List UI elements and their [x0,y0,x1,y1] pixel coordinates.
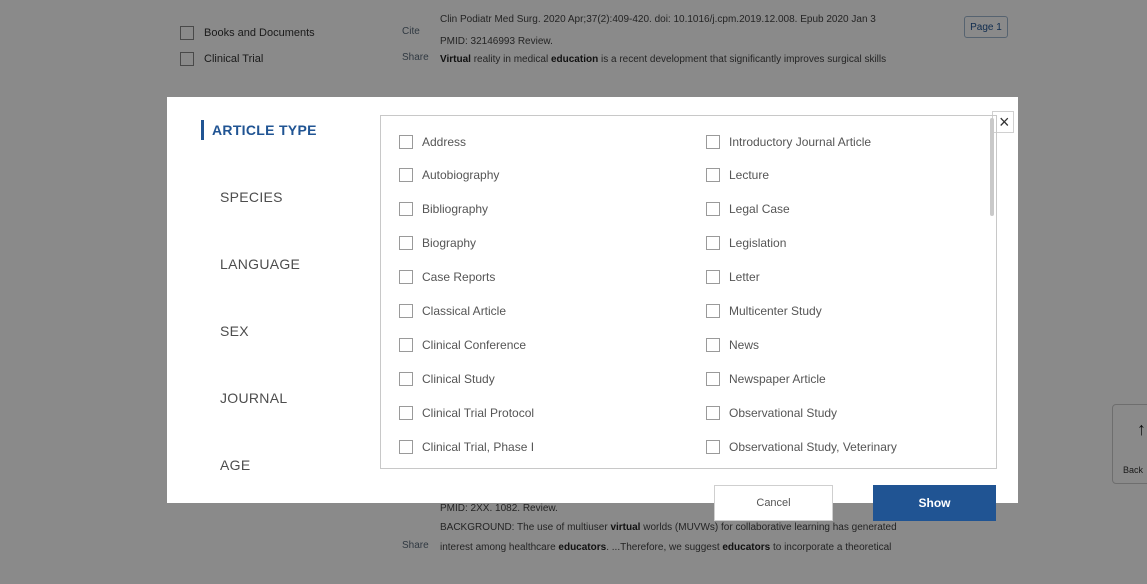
option-label: Classical Article [422,304,507,318]
checkbox[interactable] [706,304,720,318]
option-label: Biography [422,236,477,250]
checkbox[interactable] [399,202,413,216]
checkbox[interactable] [399,270,413,284]
checkbox[interactable] [399,304,413,318]
category-sex[interactable]: SEX [201,316,351,346]
option-news[interactable]: News [706,338,759,352]
option-label: Letter [729,270,760,284]
option-label: Observational Study, Veterinary [729,440,897,454]
checkbox[interactable] [399,236,413,250]
checkbox[interactable] [706,372,720,386]
option-legal-case[interactable]: Legal Case [706,202,790,216]
option-label: Autobiography [422,168,500,182]
category-article-type[interactable]: ARTICLE TYPE [201,115,351,145]
cancel-button[interactable]: Cancel [714,485,833,521]
checkbox[interactable] [706,236,720,250]
option-label: News [729,338,760,352]
category-language[interactable]: LANGUAGE [201,249,351,279]
checkbox[interactable] [706,202,720,216]
option-observational-study-veterinary[interactable]: Observational Study, Veterinary [706,440,897,454]
option-introductory-journal-article[interactable]: Introductory Journal Article [706,135,871,149]
checkbox[interactable] [706,135,720,149]
category-age[interactable]: AGE [201,450,351,480]
option-label: Clinical Trial, Phase I [422,440,535,454]
option-biography[interactable]: Biography [399,236,476,250]
option-label: Clinical Conference [422,338,527,352]
option-label: Clinical Trial Protocol [422,406,535,420]
option-address[interactable]: Address [399,135,466,149]
checkbox[interactable] [399,406,413,420]
option-legislation[interactable]: Legislation [706,236,786,250]
option-label: Case Reports [422,270,496,284]
option-label: Introductory Journal Article [729,135,872,149]
option-clinical-conference[interactable]: Clinical Conference [399,338,526,352]
checkbox[interactable] [706,406,720,420]
option-clinical-study[interactable]: Clinical Study [399,372,495,386]
checkbox[interactable] [399,338,413,352]
category-species[interactable]: SPECIES [201,182,351,212]
option-observational-study[interactable]: Observational Study [706,406,837,420]
option-multicenter-study[interactable]: Multicenter Study [706,304,822,318]
option-label: Lecture [729,168,770,182]
checkbox[interactable] [399,372,413,386]
checkbox[interactable] [399,440,413,454]
option-label: Legal Case [729,202,790,216]
scrollbar-thumb[interactable] [990,118,994,216]
option-newspaper-article[interactable]: Newspaper Article [706,372,826,386]
option-label: Clinical Study [422,372,495,386]
article-type-options: Address Autobiography Bibliography Biogr… [380,115,997,469]
checkbox[interactable] [706,168,720,182]
option-label: Observational Study [729,406,838,420]
option-lecture[interactable]: Lecture [706,168,769,182]
checkbox[interactable] [706,338,720,352]
option-label: Legislation [729,236,787,250]
options-scrollbar[interactable] [990,118,994,462]
option-clinical-trial-protocol[interactable]: Clinical Trial Protocol [399,406,534,420]
option-label: Multicenter Study [729,304,822,318]
checkbox[interactable] [399,168,413,182]
option-label: Bibliography [422,202,489,216]
option-classical-article[interactable]: Classical Article [399,304,506,318]
checkbox[interactable] [706,270,720,284]
checkbox[interactable] [399,135,413,149]
additional-filters-dialog: × ARTICLE TYPE SPECIES LANGUAGE SEX JOUR… [167,97,1018,521]
option-clinical-trial-phase-i[interactable]: Clinical Trial, Phase I [399,440,534,454]
option-label: Newspaper Article [729,372,826,386]
option-letter[interactable]: Letter [706,270,760,284]
option-label: Address [422,135,467,149]
checkbox[interactable] [706,440,720,454]
option-case-reports[interactable]: Case Reports [399,270,495,284]
option-autobiography[interactable]: Autobiography [399,168,499,182]
option-bibliography[interactable]: Bibliography [399,202,488,216]
category-journal[interactable]: JOURNAL [201,383,351,413]
show-button[interactable]: Show [873,485,996,521]
